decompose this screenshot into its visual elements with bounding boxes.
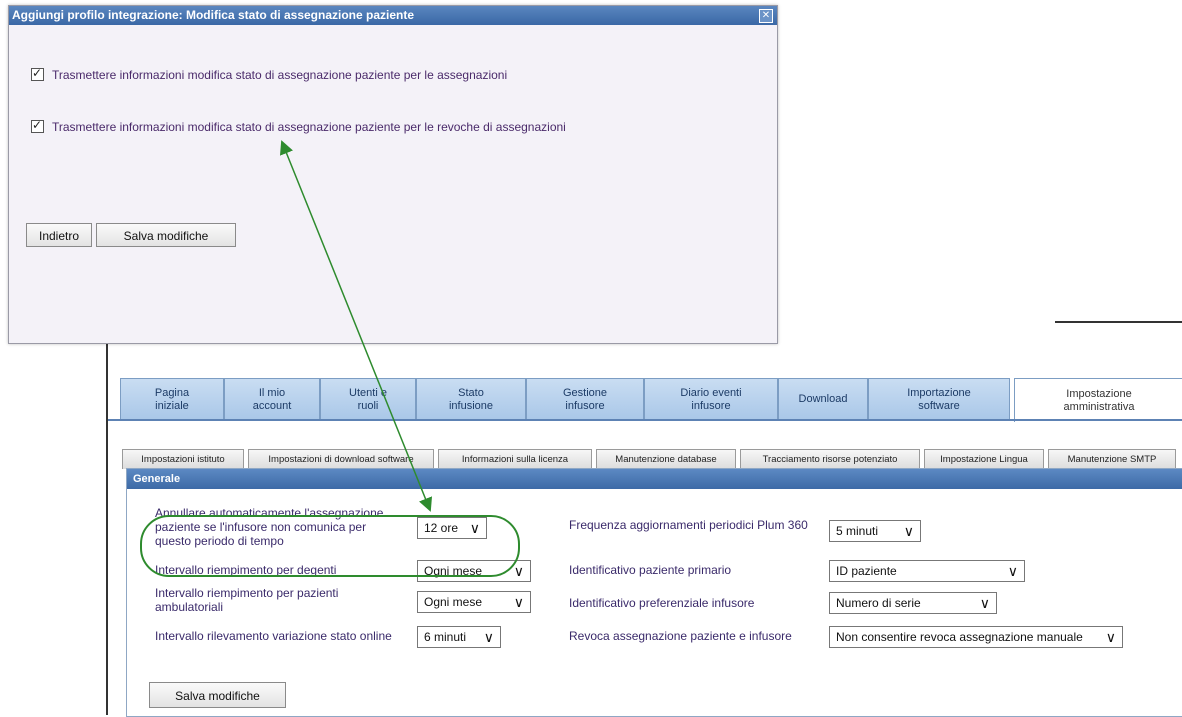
tab-users-roles-line2: ruoli: [357, 399, 379, 412]
primary-patient-id-label: Identificativo paziente primario: [569, 563, 732, 577]
tab-infusion-status-line1: Stato: [458, 386, 484, 399]
chevron-down-icon: ∨: [1105, 629, 1116, 645]
tab-users-roles[interactable]: Utenti e ruoli: [320, 378, 416, 420]
inpatient-refill-value: Ogni mese: [424, 564, 483, 578]
subtab-license-info[interactable]: Informazioni sulla licenza: [438, 449, 592, 469]
preferred-infuser-id-value: Numero di serie: [836, 596, 921, 610]
tab-home[interactable]: Pagina iniziale: [120, 378, 224, 420]
revoke-notify-row: Trasmettere informazioni modifica stato …: [31, 118, 566, 134]
subtab-asset-tracking[interactable]: Tracciamento risorse potenziato: [740, 449, 920, 469]
unassign-revoke-label: Revoca assegnazione paziente e infusore: [569, 629, 792, 643]
tab-infusion-status[interactable]: Stato infusione: [416, 378, 526, 420]
tab-users-roles-line1: Utenti e: [349, 386, 387, 399]
inpatient-refill-select[interactable]: Ogni mese ∨: [417, 560, 531, 582]
auto-unassign-select[interactable]: 12 ore ∨: [417, 517, 487, 539]
integration-profile-dialog: Aggiungi profilo integrazione: Modifica …: [8, 5, 778, 344]
tab-infusion-status-line2: infusione: [448, 399, 494, 412]
back-button[interactable]: Indietro: [26, 223, 92, 247]
tab-software-import-line2: software: [918, 399, 960, 412]
tab-my-account-line2: account: [252, 399, 292, 412]
chevron-down-icon: ∨: [513, 563, 524, 579]
assign-notify-row: Trasmettere informazioni modifica stato …: [31, 66, 508, 82]
outpatient-refill-label: Intervallo riempimento per pazienti ambu…: [155, 586, 339, 614]
primary-patient-id-select[interactable]: ID paziente ∨: [829, 560, 1025, 582]
plum360-frequency-label: Frequenza aggiornamenti periodici Plum 3…: [569, 518, 808, 532]
tab-admin-settings-line1: Impostazione: [1066, 387, 1132, 400]
tab-infuser-management-line2: infusore: [565, 399, 605, 412]
revoke-notify-label: Trasmettere informazioni modifica stato …: [52, 119, 566, 134]
tab-infuser-event-log-line1: Diario eventi: [680, 386, 742, 399]
chevron-down-icon: ∨: [903, 523, 914, 539]
dialog-title: Aggiungi profilo integrazione: Modifica …: [9, 6, 777, 25]
tab-infuser-management[interactable]: Gestione infusore: [526, 378, 644, 420]
outpatient-refill-value: Ogni mese: [424, 595, 483, 609]
preferred-infuser-id-select[interactable]: Numero di serie ∨: [829, 592, 997, 614]
assign-notify-checkbox[interactable]: [31, 66, 44, 82]
unassign-revoke-select[interactable]: Non consentire revoca assegnazione manua…: [829, 626, 1123, 648]
chevron-down-icon: ∨: [513, 594, 524, 610]
preferred-infuser-id-label: Identificativo preferenziale infusore: [569, 596, 755, 610]
unassign-revoke-value: Non consentire revoca assegnazione manua…: [836, 630, 1083, 644]
tab-infuser-management-line1: Gestione: [562, 386, 608, 399]
tab-infuser-event-log-line2: infusore: [691, 399, 731, 412]
auto-unassign-value: 12 ore: [424, 521, 459, 535]
outpatient-refill-select[interactable]: Ogni mese ∨: [417, 591, 531, 613]
subtab-database-maintenance[interactable]: Manutenzione database: [596, 449, 736, 469]
plum360-frequency-select[interactable]: 5 minuti ∨: [829, 520, 921, 542]
subtab-institution-settings[interactable]: Impostazioni istituto: [122, 449, 244, 469]
revoke-notify-checkbox[interactable]: [31, 118, 44, 134]
tab-software-import-line1: Importazione: [907, 386, 971, 399]
close-icon[interactable]: ✕: [759, 9, 773, 23]
assign-notify-label: Trasmettere informazioni modifica stato …: [52, 67, 508, 82]
tab-software-import[interactable]: Importazione software: [868, 378, 1010, 420]
chevron-down-icon: ∨: [979, 595, 990, 611]
panel-title: Generale: [127, 469, 1182, 489]
tab-my-account-line1: Il mio: [258, 386, 286, 399]
general-settings-panel: Generale Annullare automaticamente l'ass…: [126, 468, 1182, 717]
chevron-down-icon: ∨: [1007, 563, 1018, 579]
subtab-language-settings[interactable]: Impostazione Lingua: [924, 449, 1044, 469]
tab-home-line2: iniziale: [155, 399, 189, 412]
tab-my-account[interactable]: Il mio account: [224, 378, 320, 420]
tab-home-line1: Pagina: [154, 386, 190, 399]
subtab-smtp-maintenance[interactable]: Manutenzione SMTP: [1048, 449, 1176, 469]
panel-save-button[interactable]: Salva modifiche: [149, 682, 286, 708]
inpatient-refill-label: Intervallo riempimento per degenti: [155, 563, 337, 577]
primary-patient-id-value: ID paziente: [836, 564, 897, 578]
online-status-interval-value: 6 minuti: [424, 630, 467, 644]
tab-download[interactable]: Download: [778, 378, 868, 420]
tab-admin-settings[interactable]: Impostazione amministrativa: [1014, 378, 1182, 422]
tab-admin-settings-line2: amministrativa: [1063, 400, 1135, 413]
nav-divider: [108, 419, 1182, 421]
online-status-interval-select[interactable]: 6 minuti ∨: [417, 626, 501, 648]
tab-download-label: Download: [798, 393, 848, 405]
save-button[interactable]: Salva modifiche: [96, 223, 236, 247]
tab-infuser-event-log[interactable]: Diario eventi infusore: [644, 378, 778, 420]
chevron-down-icon: ∨: [483, 629, 494, 645]
online-status-interval-label: Intervallo rilevamento variazione stato …: [155, 629, 392, 643]
admin-settings-window: Pagina iniziale Il mio account Utenti e ruo…: [106, 321, 1182, 717]
chevron-down-icon: ∨: [469, 520, 480, 536]
auto-unassign-label: Annullare automaticamente l'assegnazione…: [155, 506, 384, 548]
plum360-frequency-value: 5 minuti: [836, 524, 879, 538]
subtab-software-download-settings[interactable]: Impostazioni di download software: [248, 449, 434, 469]
